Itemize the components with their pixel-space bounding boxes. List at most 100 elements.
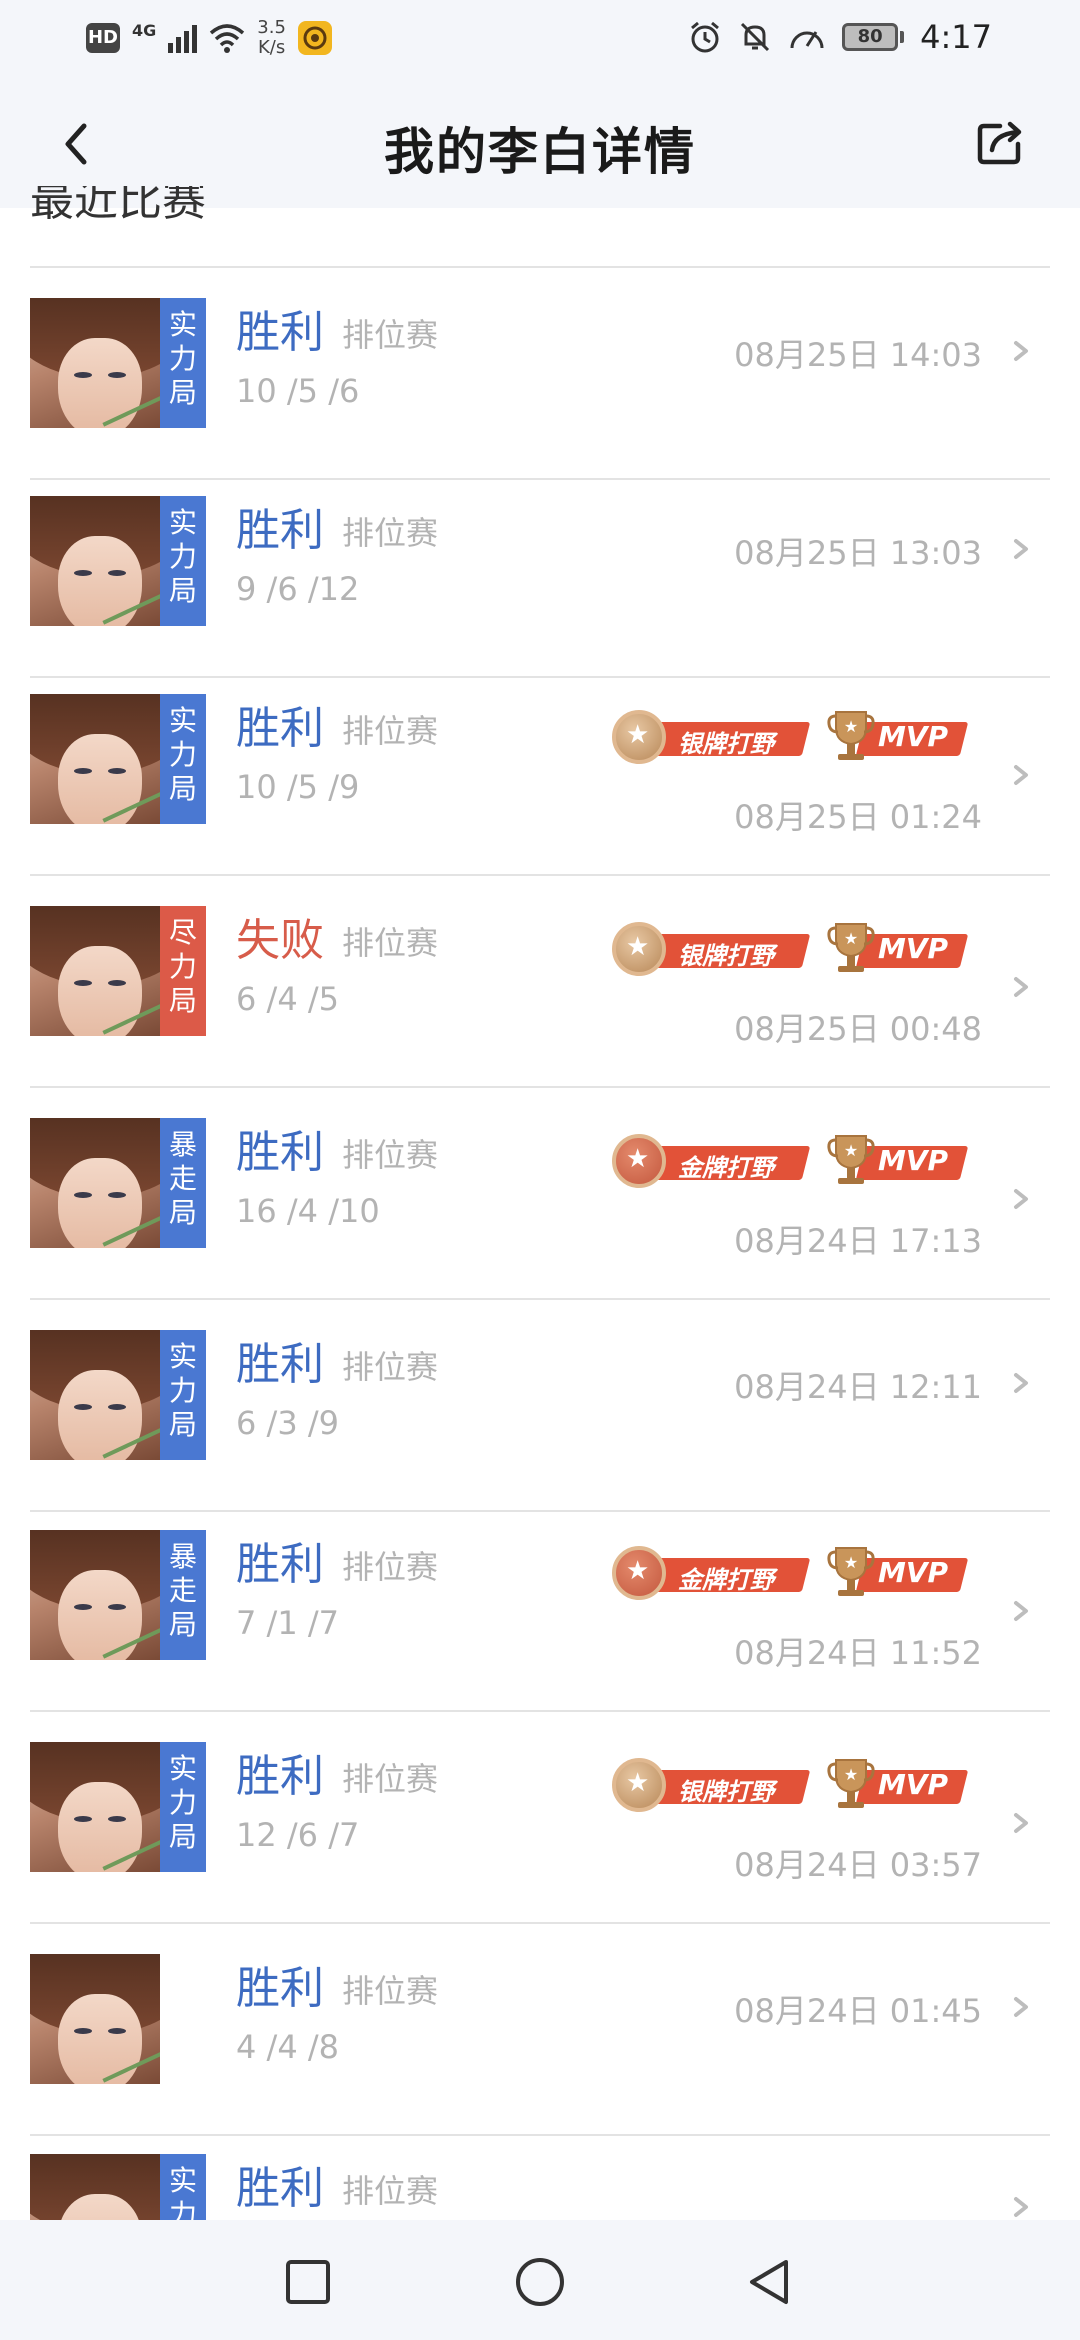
match-row[interactable]: 暴走局 胜利 排位赛 7 /1 /7 ★ 金牌打野 ★ MVP 08月24日 11:52 xyxy=(0,1500,1080,1712)
medal-label: 银牌打野 xyxy=(678,1778,774,1806)
hero-avatar xyxy=(30,1118,160,1248)
medal-label: 银牌打野 xyxy=(678,730,774,758)
tier-tag: 实力局 xyxy=(160,1330,206,1460)
svg-text:★: ★ xyxy=(844,717,858,736)
match-kda: 16 /4 /10 xyxy=(236,1192,380,1230)
match-result: 胜利 xyxy=(236,2163,324,2214)
match-mode: 排位赛 xyxy=(342,924,439,962)
trophy-icon: ★ xyxy=(827,923,875,972)
chevron-right-icon xyxy=(1014,1813,1028,1833)
match-result: 胜利 xyxy=(236,1963,324,2014)
star-icon: ★ xyxy=(626,1144,650,1174)
nav-back-button[interactable] xyxy=(742,2254,798,2310)
speed-unit: K/s xyxy=(257,37,286,58)
match-time: 08月25日 00:48 xyxy=(734,1010,982,1048)
mvp-label: MVP xyxy=(878,1556,949,1589)
mvp-badge: ★ MVP xyxy=(820,1754,969,1814)
network-type: 4G xyxy=(132,20,157,40)
match-row[interactable]: 实力局 胜利 排位赛 6 /3 /9 08月24日 12:11 xyxy=(0,1300,1080,1512)
match-list: 实力局 胜利 排位赛 10 /5 /6 08月25日 14:03 实力局 胜利 排位赛 9 /6… xyxy=(0,208,1080,2220)
match-row[interactable]: 实力局 胜利 排位赛 9 /6 /12 08月25日 13:03 xyxy=(0,466,1080,678)
clock: 4:17 xyxy=(920,18,992,56)
chevron-right-icon xyxy=(1014,977,1028,997)
match-kda: 6 /4 /5 xyxy=(236,980,339,1018)
match-kda: 10 /5 /9 xyxy=(236,768,360,806)
match-result: 胜利 xyxy=(236,1127,324,1178)
match-time: 08月24日 17:13 xyxy=(734,1222,982,1260)
match-mode: 排位赛 xyxy=(342,2172,439,2210)
tier-tag: 尽力局 xyxy=(160,906,206,1036)
match-result: 胜利 xyxy=(236,505,324,556)
mvp-badge: ★ MVP xyxy=(820,1542,969,1602)
medal-badge: ★ 银牌打野 xyxy=(606,918,811,978)
tier-tag: 实力局 xyxy=(160,496,206,626)
recent-apps-button[interactable] xyxy=(280,2254,336,2310)
match-mode: 排位赛 xyxy=(342,1760,439,1798)
page-title: 我的李白详情 xyxy=(384,123,696,181)
match-mode: 排位赛 xyxy=(342,1348,439,1386)
match-row[interactable]: 实力局 胜利 排位赛 10 /5 /6 08月25日 14:03 xyxy=(0,268,1080,480)
trophy-icon: ★ xyxy=(827,711,875,760)
svg-text:★: ★ xyxy=(844,1141,858,1160)
circle-home-icon xyxy=(516,2258,564,2306)
battery-icon: 80 xyxy=(842,23,905,51)
status-bar: HD 4G 3.5 K/s 80 4:17 xyxy=(0,0,1080,84)
bell-muted-icon xyxy=(741,22,770,52)
svg-text:★: ★ xyxy=(844,1765,858,1784)
trophy-icon: ★ xyxy=(827,1135,875,1184)
system-nav-bar xyxy=(0,2220,1080,2340)
chevron-right-icon xyxy=(1014,539,1028,559)
hero-avatar xyxy=(30,906,160,1036)
triangle-back-icon xyxy=(750,2260,788,2304)
match-mode: 排位赛 xyxy=(342,1548,439,1586)
star-icon: ★ xyxy=(626,932,650,962)
status-right: 80 4:17 xyxy=(688,18,992,56)
match-row[interactable]: 实力局胜利排位赛 xyxy=(0,2124,1080,2220)
match-kda: 9 /6 /12 xyxy=(236,570,360,608)
match-badges: ★ 银牌打野 ★ MVP xyxy=(606,1754,969,1814)
tier-tag: 实力局 xyxy=(160,1742,206,1872)
match-row[interactable]: 实力局 胜利 排位赛 10 /5 /9 ★ 银牌打野 ★ MVP 08月25日 01:24 xyxy=(0,664,1080,876)
medal-badge: ★ 金牌打野 xyxy=(606,1542,811,1602)
mvp-label: MVP xyxy=(878,1144,949,1177)
medal-badge: ★ 银牌打野 xyxy=(606,1754,811,1814)
match-kda: 12 /6 /7 xyxy=(236,1816,360,1854)
chevron-right-icon xyxy=(1014,765,1028,785)
chevron-right-icon xyxy=(1014,1997,1028,2017)
tier-tag: 暴走局 xyxy=(160,1530,206,1660)
match-result: 胜利 xyxy=(236,1539,324,1590)
match-row[interactable]: 实力局 胜利 排位赛 12 /6 /7 ★ 银牌打野 ★ MVP 08月24日 03:57 xyxy=(0,1712,1080,1924)
chevron-right-icon xyxy=(1014,1373,1028,1393)
share-button[interactable] xyxy=(970,114,1030,174)
match-badges: ★ 金牌打野 ★ MVP xyxy=(606,1130,969,1190)
app-notification-icon xyxy=(297,21,332,55)
home-button[interactable] xyxy=(512,2254,568,2310)
match-badges: ★ 银牌打野 ★ MVP xyxy=(606,918,969,978)
match-time: 08月24日 12:11 xyxy=(734,1368,982,1406)
match-row[interactable]: 暴走局 胜利 排位赛 16 /4 /10 ★ 金牌打野 ★ MVP 08月24日 17:13 xyxy=(0,1088,1080,1300)
mvp-label: MVP xyxy=(878,932,949,965)
status-left: HD 4G 3.5 K/s xyxy=(86,18,332,58)
hero-avatar xyxy=(30,694,160,824)
match-row[interactable]: 胜利 排位赛 4 /4 /8 08月24日 01:45 xyxy=(0,1924,1080,2136)
mvp-badge: ★ MVP xyxy=(820,706,969,766)
medal-badge: ★ 金牌打野 xyxy=(606,1130,811,1190)
match-time: 08月25日 14:03 xyxy=(734,336,982,374)
chevron-right-icon xyxy=(1014,1189,1028,1209)
wifi-icon xyxy=(209,23,245,53)
medal-badge: ★ 银牌打野 xyxy=(606,706,811,766)
match-time: 08月25日 01:24 xyxy=(734,798,982,836)
match-kda: 6 /3 /9 xyxy=(236,1404,339,1442)
medal-label: 银牌打野 xyxy=(678,942,774,970)
square-recent-apps-icon xyxy=(286,2260,330,2304)
svg-text:★: ★ xyxy=(844,929,858,948)
match-result: 胜利 xyxy=(236,1751,324,1802)
battery-level: 80 xyxy=(842,23,899,51)
signal-icon xyxy=(168,23,198,53)
match-mode: 排位赛 xyxy=(342,316,439,354)
match-time: 08月24日 11:52 xyxy=(734,1634,982,1672)
speedometer-icon xyxy=(790,31,824,49)
match-row[interactable]: 尽力局 失败 排位赛 6 /4 /5 ★ 银牌打野 ★ MVP 08月25日 00:48 xyxy=(0,876,1080,1088)
chevron-right-icon xyxy=(1014,2197,1028,2217)
match-result: 胜利 xyxy=(236,1339,324,1390)
